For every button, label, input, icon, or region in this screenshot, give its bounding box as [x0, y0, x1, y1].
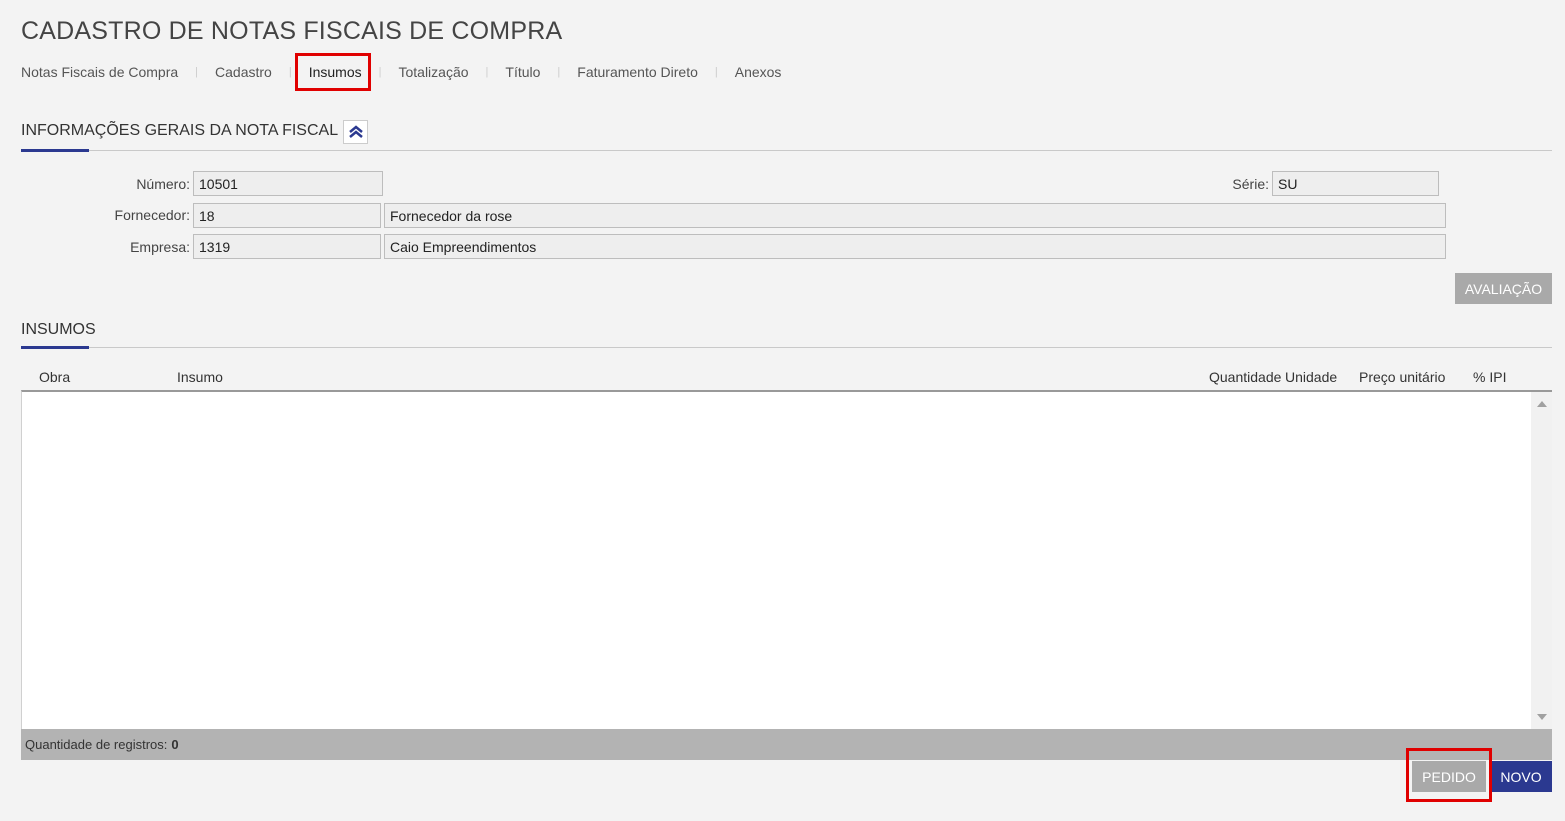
tab-separator: | — [378, 66, 382, 78]
general-info-title: INFORMAÇÕES GERAIS DA NOTA FISCAL — [21, 122, 339, 139]
tab-titulo[interactable]: Título — [505, 64, 540, 80]
fornecedor-label: Fornecedor: — [114, 207, 190, 223]
numero-label: Número: — [136, 176, 190, 192]
tab-faturamento-direto[interactable]: Faturamento Direto — [577, 64, 698, 80]
section-accent-underline — [21, 346, 89, 349]
tab-separator: | — [714, 66, 718, 78]
fornecedor-code-field[interactable]: 18 — [193, 203, 381, 228]
novo-button[interactable]: NOVO — [1490, 761, 1552, 792]
grid-scrollbar[interactable] — [1531, 392, 1552, 729]
pedido-button[interactable]: PEDIDO — [1412, 761, 1486, 792]
tab-anexos[interactable]: Anexos — [735, 64, 782, 80]
collapse-button[interactable] — [343, 120, 368, 144]
tab-insumos[interactable]: Insumos — [294, 53, 371, 91]
insumos-grid — [21, 390, 1552, 729]
column-header-preco-unitario[interactable]: Preço unitário — [1359, 369, 1445, 385]
empresa-code-field[interactable]: 1319 — [193, 234, 381, 259]
double-chevron-up-icon — [348, 125, 363, 138]
tab-separator: | — [485, 66, 489, 78]
fornecedor-name-field[interactable]: Fornecedor da rose — [384, 203, 1446, 228]
empresa-label: Empresa: — [130, 239, 190, 255]
scroll-down-icon[interactable] — [1537, 714, 1547, 720]
tab-bar: Notas Fiscais de Compra | Cadastro | Ins… — [21, 53, 782, 91]
tab-separator: | — [557, 66, 561, 78]
avaliacao-button[interactable]: AVALIAÇÃO — [1455, 273, 1552, 304]
grid-footer: Quantidade de registros: 0 — [21, 729, 1552, 760]
column-header-insumo[interactable]: Insumo — [177, 369, 223, 385]
tab-separator: | — [195, 66, 199, 78]
column-header-obra[interactable]: Obra — [39, 369, 70, 385]
tab-totalizacao[interactable]: Totalização — [398, 64, 468, 80]
column-header-ipi[interactable]: % IPI — [1473, 369, 1506, 385]
numero-field[interactable]: 10501 — [193, 171, 383, 196]
empresa-name-field[interactable]: Caio Empreendimentos — [384, 234, 1446, 259]
tab-notas-fiscais-de-compra[interactable]: Notas Fiscais de Compra — [21, 64, 178, 80]
insumos-title: INSUMOS — [21, 321, 96, 338]
insumos-header: INSUMOS — [21, 321, 1552, 349]
serie-field[interactable]: SU — [1272, 171, 1439, 196]
record-count-value: 0 — [171, 737, 179, 752]
column-header-unidade[interactable]: Unidade — [1285, 369, 1337, 385]
general-info-header: INFORMAÇÕES GERAIS DA NOTA FISCAL — [21, 120, 1552, 152]
tab-separator: | — [288, 66, 292, 78]
tab-cadastro[interactable]: Cadastro — [215, 64, 272, 80]
page-title: CADASTRO DE NOTAS FISCAIS DE COMPRA — [21, 17, 563, 45]
record-count-label: Quantidade de registros: — [25, 737, 168, 752]
scroll-up-icon[interactable] — [1537, 401, 1547, 407]
serie-label: Série: — [1232, 176, 1269, 192]
column-header-quantidade[interactable]: Quantidade — [1209, 369, 1281, 385]
section-accent-underline — [21, 149, 89, 152]
